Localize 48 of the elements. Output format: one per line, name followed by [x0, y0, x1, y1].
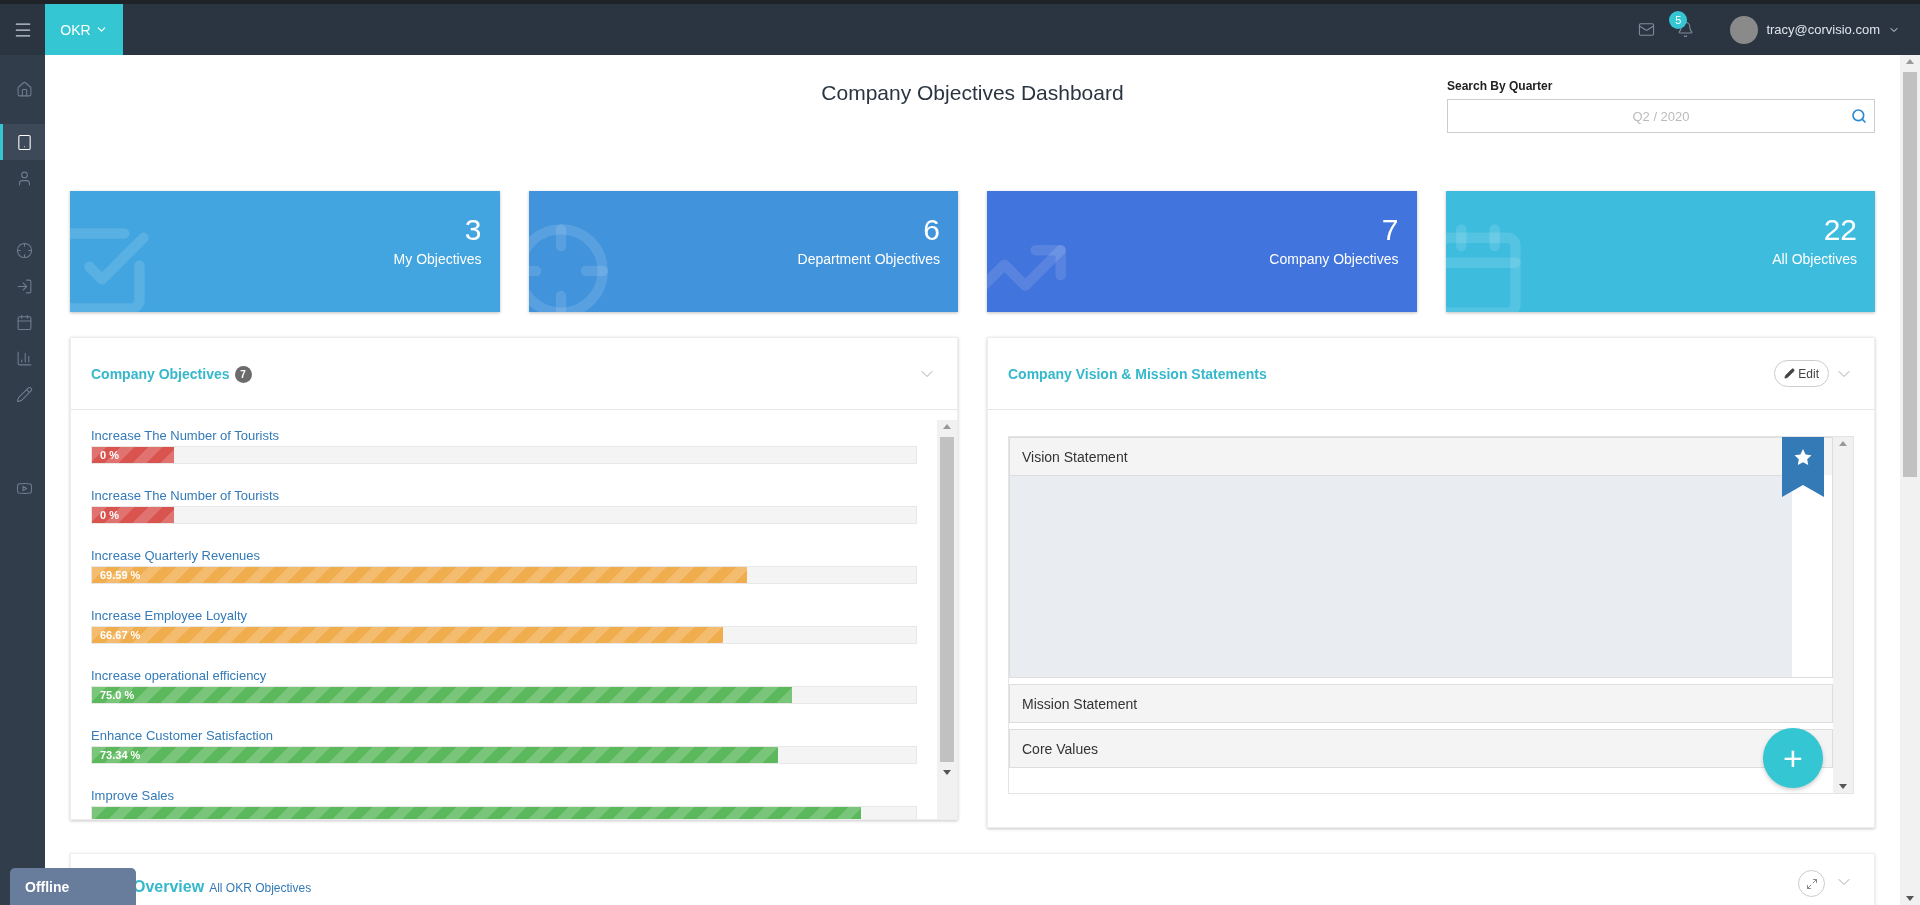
- progress-value: 69.59 %: [100, 569, 141, 581]
- stat-label: My Objectives: [393, 251, 482, 267]
- panel-title: Overview: [133, 878, 205, 896]
- progress-value: 73.34 %: [100, 749, 141, 761]
- progress-value: 75.0 %: [100, 689, 135, 701]
- accordion-header[interactable]: Mission Statement: [1010, 685, 1832, 722]
- page-scrollbar[interactable]: [1900, 55, 1920, 905]
- mail-icon[interactable]: [1638, 21, 1656, 38]
- objective-link[interactable]: Increase Quarterly Revenues: [91, 548, 917, 564]
- scrollbar[interactable]: [937, 420, 957, 819]
- panel-subtitle: All OKR Objectives: [209, 881, 312, 895]
- stat-card[interactable]: 7 Company Objectives: [987, 191, 1417, 312]
- accordion-header[interactable]: Vision Statement: [1010, 438, 1832, 475]
- avatar-icon: [1730, 15, 1759, 44]
- stat-label: Department Objectives: [797, 251, 940, 267]
- expand-icon[interactable]: [1798, 870, 1825, 897]
- tablet-icon[interactable]: [0, 124, 45, 160]
- progress-value: 66.67 %: [100, 629, 141, 641]
- panel-title: Company Vision & Mission Statements: [1008, 365, 1267, 382]
- stat-value: 3: [464, 213, 482, 247]
- search-label: Search By Quarter: [1447, 79, 1554, 93]
- scrollbar[interactable]: [1833, 437, 1853, 793]
- objective-link[interactable]: Increase Employee Loyalty: [91, 608, 917, 624]
- pencil-icon: [1784, 368, 1796, 379]
- stat-value: 22: [1823, 213, 1857, 247]
- objective-link[interactable]: Increase operational efficiency: [91, 668, 917, 684]
- search-icon[interactable]: [1851, 108, 1867, 124]
- offline-badge: Offline: [10, 868, 136, 905]
- panel-title: Company Objectives: [91, 365, 230, 382]
- edit-button[interactable]: Edit: [1774, 360, 1829, 387]
- stat-label: All Objectives: [1772, 251, 1857, 267]
- search-field[interactable]: Q2 / 2020: [1447, 99, 1875, 133]
- notification-count: 5: [1669, 11, 1688, 29]
- objective-count: 7: [234, 366, 252, 383]
- objective-link[interactable]: Increase The Number of Tourists: [91, 488, 917, 504]
- stat-label: Company Objectives: [1269, 251, 1399, 267]
- objective-link[interactable]: Enhance Customer Satisfaction: [91, 728, 917, 744]
- stat-card[interactable]: 3 My Objectives: [70, 191, 500, 312]
- page-title: Company Objectives Dashboard: [821, 81, 1124, 105]
- stat-card[interactable]: 6 Department Objectives: [528, 191, 958, 312]
- progress-value: 0 %: [100, 509, 119, 521]
- progress-value: 0 %: [100, 449, 119, 461]
- objective-link[interactable]: Improve Sales: [91, 788, 917, 804]
- user-menu-button[interactable]: tracy@corvisio.com: [1730, 15, 1900, 44]
- objective-link[interactable]: Increase The Number of Tourists: [91, 428, 917, 444]
- stat-value: 6: [923, 213, 940, 247]
- target-icon: [528, 221, 611, 312]
- stat-value: 7: [1381, 213, 1399, 247]
